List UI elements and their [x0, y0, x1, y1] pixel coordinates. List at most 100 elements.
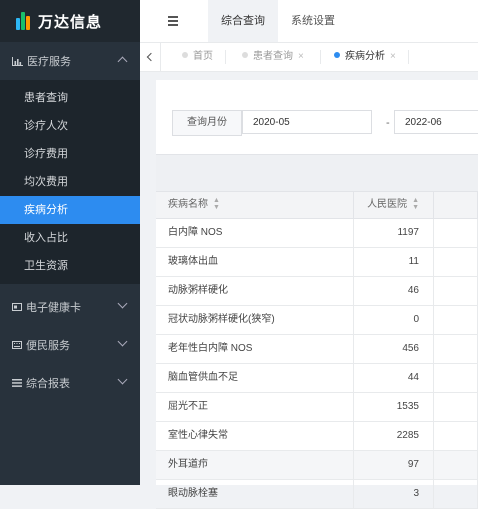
table-row[interactable]: 老年性白内障 NOS 456: [156, 335, 478, 364]
app-logo[interactable]: 万达信息: [0, 0, 140, 42]
tags-bar: 首页 患者查询 × 疾病分析 ×: [140, 43, 478, 72]
tab-comprehensive-query[interactable]: 综合查询: [208, 0, 278, 42]
date-range-separator: -: [386, 117, 390, 129]
empty-cell: [434, 480, 478, 508]
sidebar-item-patient-query[interactable]: 患者查询: [0, 84, 140, 112]
disease-name-cell: 冠状动脉粥样硬化(狭窄): [156, 306, 354, 334]
sidebar: 万达信息 医疗服务 患者查询 诊疗人次 诊疗费用 均次费用 疾病分析 收入占比 …: [0, 0, 140, 485]
table-row[interactable]: 外耳道疖 97: [156, 451, 478, 480]
column-header-partial: [434, 192, 478, 218]
top-header: 综合查询 系统设置: [140, 0, 478, 43]
count-cell: 1535: [354, 393, 434, 421]
chevron-down-icon: [117, 374, 128, 385]
card-icon: [12, 303, 22, 311]
tags-scroll-left-button[interactable]: [140, 43, 161, 71]
tag-dot-icon: [242, 52, 248, 59]
sort-icon[interactable]: ▲ ▼: [412, 197, 419, 211]
disease-name-cell: 眼动脉栓塞: [156, 480, 354, 508]
disease-name-cell: 白内障 NOS: [156, 219, 354, 247]
tag-label: 疾病分析: [345, 51, 385, 62]
close-icon[interactable]: ×: [298, 51, 304, 62]
app-title: 万达信息: [38, 13, 103, 31]
count-cell: 3: [354, 480, 434, 508]
sidebar-item-health-resources[interactable]: 卫生资源: [0, 252, 140, 280]
tag-home[interactable]: 首页: [170, 43, 213, 71]
disease-name-cell: 屈光不正: [156, 393, 354, 421]
table-row[interactable]: 眼动脉栓塞 3: [156, 480, 478, 509]
count-cell: 97: [354, 451, 434, 479]
tag-dot-icon: [334, 52, 340, 59]
menu-group-convenience[interactable]: 便民服务: [0, 326, 140, 364]
tag-patient-query[interactable]: 患者查询 ×: [230, 43, 304, 71]
sort-icon[interactable]: ▲ ▼: [213, 197, 220, 211]
chevron-up-icon: [117, 56, 128, 67]
column-header-disease-name[interactable]: 疾病名称 ▲ ▼: [156, 192, 354, 218]
empty-cell: [434, 219, 478, 247]
empty-cell: [434, 422, 478, 450]
table-row[interactable]: 白内障 NOS 1197: [156, 219, 478, 248]
tag-label: 首页: [193, 51, 213, 62]
count-cell: 46: [354, 277, 434, 305]
empty-cell: [434, 364, 478, 392]
column-header-label: 人民医院: [367, 199, 408, 210]
chevron-down-icon: [117, 336, 128, 347]
submenu-medical-service: 患者查询 诊疗人次 诊疗费用 均次费用 疾病分析 收入占比 卫生资源: [0, 80, 140, 284]
count-cell: 11: [354, 248, 434, 276]
table-row[interactable]: 脑血管供血不足 44: [156, 364, 478, 393]
content-card: 查询月份 2020-05 - 2022-06 疾病名称 ▲ ▼ 人民医院 ▲ ▼ 白内障…: [156, 80, 478, 509]
sidebar-item-visits[interactable]: 诊疗人次: [0, 112, 140, 140]
main-content: 查询月份 2020-05 - 2022-06 疾病名称 ▲ ▼ 人民医院 ▲ ▼ 白内障…: [140, 72, 478, 509]
disease-name-cell: 玻璃体出血: [156, 248, 354, 276]
disease-name-cell: 脑血管供血不足: [156, 364, 354, 392]
disease-name-cell: 室性心律失常: [156, 422, 354, 450]
table-row[interactable]: 室性心律失常 2285: [156, 422, 478, 451]
menu-group-reports[interactable]: 综合报表: [0, 364, 140, 402]
chevron-left-icon: [146, 52, 156, 62]
count-cell: 2285: [354, 422, 434, 450]
empty-cell: [434, 277, 478, 305]
logo-icon: [16, 12, 30, 30]
disease-name-cell: 动脉粥样硬化: [156, 277, 354, 305]
menu-group-medical-service[interactable]: 医疗服务: [0, 42, 140, 80]
menu-group-label: 电子健康卡: [26, 302, 81, 314]
bar-chart-icon: [12, 56, 23, 66]
table-row[interactable]: 冠状动脉粥样硬化(狭窄) 0: [156, 306, 478, 335]
empty-cell: [434, 335, 478, 363]
disease-name-cell: 外耳道疖: [156, 451, 354, 479]
sidebar-item-treatment-cost[interactable]: 诊疗费用: [0, 140, 140, 168]
empty-cell: [434, 451, 478, 479]
menu-group-label: 便民服务: [26, 340, 70, 352]
tab-system-settings[interactable]: 系统设置: [278, 0, 348, 42]
count-cell: 1197: [354, 219, 434, 247]
start-month-input[interactable]: 2020-05: [242, 110, 372, 134]
tag-label: 患者查询: [253, 51, 293, 62]
menu-group-health-card[interactable]: 电子健康卡: [0, 288, 140, 326]
table-row[interactable]: 屈光不正 1535: [156, 393, 478, 422]
tag-divider: [225, 50, 226, 64]
end-month-input[interactable]: 2022-06: [394, 110, 478, 134]
tag-divider: [408, 50, 409, 64]
empty-cell: [434, 248, 478, 276]
sidebar-item-disease-analysis[interactable]: 疾病分析: [0, 196, 140, 224]
table-header: 疾病名称 ▲ ▼ 人民医院 ▲ ▼: [156, 191, 478, 219]
table-row[interactable]: 动脉粥样硬化 46: [156, 277, 478, 306]
keyboard-icon: [12, 341, 22, 349]
menu-group-label: 综合报表: [26, 378, 70, 390]
count-cell: 0: [354, 306, 434, 334]
column-header-peoples-hospital[interactable]: 人民医院 ▲ ▼: [354, 192, 434, 218]
sidebar-item-income-ratio[interactable]: 收入占比: [0, 224, 140, 252]
menu-toggle-icon[interactable]: [168, 16, 178, 28]
sidebar-item-average-cost[interactable]: 均次费用: [0, 168, 140, 196]
empty-cell: [434, 393, 478, 421]
tag-disease-analysis[interactable]: 疾病分析 ×: [322, 43, 396, 71]
count-cell: 44: [354, 364, 434, 392]
tag-dot-icon: [182, 52, 188, 59]
close-icon[interactable]: ×: [390, 51, 396, 62]
chevron-down-icon: [117, 298, 128, 309]
table-row[interactable]: 玻璃体出血 11: [156, 248, 478, 277]
query-month-label: 查询月份: [172, 110, 242, 136]
column-header-label: 疾病名称: [168, 199, 208, 210]
disease-table: 疾病名称 ▲ ▼ 人民医院 ▲ ▼ 白内障 NOS 1197 玻璃体出血 11 动脉粥样硬化…: [156, 154, 478, 509]
tag-divider: [320, 50, 321, 64]
empty-cell: [434, 306, 478, 334]
